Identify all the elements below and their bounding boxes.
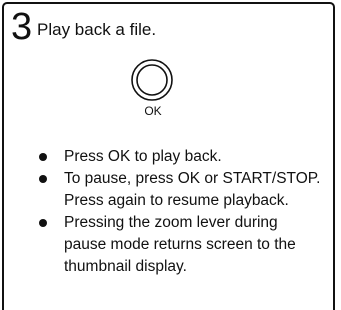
- bullet-line: thumbnail display.: [64, 258, 187, 275]
- list-item: To pause, press OK or START/STOP. Press …: [39, 168, 339, 212]
- list-item: Pressing the zoom lever during pause mod…: [39, 212, 339, 278]
- bullet-icon: [39, 219, 47, 227]
- bullet-line: Pressing the zoom lever during: [64, 214, 278, 231]
- instruction-list: Press OK to play back. To pause, press O…: [39, 146, 339, 278]
- step-title: Play back a file.: [37, 20, 157, 39]
- list-item: Press OK to play back.: [39, 146, 339, 168]
- instruction-panel: 3 Play back a file. OK Press OK to play …: [2, 2, 335, 310]
- bullet-icon: [39, 175, 47, 183]
- bullet-line: Press OK to play back.: [64, 148, 222, 165]
- step-number: 3: [11, 6, 33, 48]
- bullet-line: Press again to resume playback.: [64, 192, 289, 209]
- ok-button-icon: [131, 59, 173, 101]
- bullet-icon: [39, 153, 47, 161]
- bullet-line: pause mode returns screen to the: [64, 236, 296, 253]
- bullet-line: To pause, press OK or START/STOP.: [64, 170, 321, 187]
- ok-label: OK: [144, 104, 162, 118]
